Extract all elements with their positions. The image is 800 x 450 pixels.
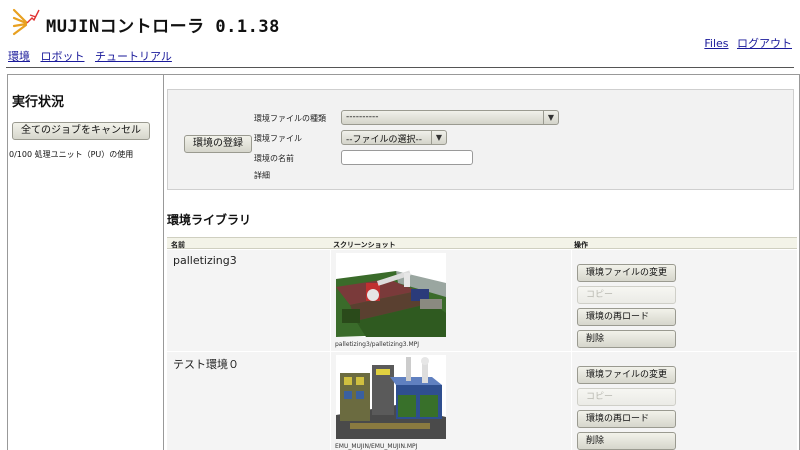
- env-name: テスト環境０: [173, 358, 239, 371]
- nav-robot-link[interactable]: ロボット: [41, 50, 85, 63]
- sidebar: 実行状況 全てのジョブをキャンセル 0/100 処理ユニット（PU）の使用: [7, 74, 164, 450]
- main-content: 環境の登録 環境ファイルの種類 ---------- ▼ 環境ファイル --ファ…: [164, 74, 800, 450]
- mujin-logo-icon: [12, 8, 40, 36]
- file-type-select[interactable]: ---------- ▼: [341, 110, 559, 125]
- env-screenshot[interactable]: [336, 253, 446, 337]
- sidebar-title: 実行状況: [12, 95, 65, 110]
- screenshot-caption: EMU_MUJIN/EMU_MUJIN.MPJ: [335, 443, 418, 450]
- nav-files-link[interactable]: Files: [704, 37, 728, 50]
- change-env-file-button[interactable]: 環境ファイルの変更: [577, 366, 677, 384]
- change-env-file-button[interactable]: 環境ファイルの変更: [577, 264, 677, 282]
- file-type-label: 環境ファイルの種類: [254, 114, 326, 123]
- env-name-input[interactable]: [341, 150, 473, 165]
- main-nav: 環境 ロボット チュートリアル: [8, 48, 179, 64]
- chevron-down-icon: ▼: [543, 111, 558, 124]
- file-type-select-value: ----------: [346, 112, 379, 122]
- column-header-actions: 操作: [574, 241, 588, 249]
- column-divider: [571, 352, 572, 450]
- env-name: palletizing3: [173, 254, 237, 267]
- row-actions: 環境ファイルの変更 コピー 環境の再ロード 削除: [577, 264, 677, 349]
- delete-button[interactable]: 削除: [577, 330, 677, 348]
- screenshot-caption: palletizing3/palletizing3.MPJ: [335, 341, 420, 348]
- row-actions: 環境ファイルの変更 コピー 環境の再ロード 削除: [577, 366, 677, 450]
- file-select[interactable]: --ファイルの選択-- ▼: [341, 130, 447, 145]
- reload-env-button[interactable]: 環境の再ロード: [577, 308, 677, 326]
- library-title: 環境ライブラリ: [167, 213, 252, 227]
- register-environment-button[interactable]: 環境の登録: [184, 135, 252, 153]
- nav-tutorial-link[interactable]: チュートリアル: [95, 50, 172, 63]
- column-divider: [571, 250, 572, 351]
- column-divider: [330, 352, 331, 450]
- copy-button[interactable]: コピー: [577, 388, 677, 406]
- env-name-label: 環境の名前: [254, 154, 294, 163]
- column-divider: [330, 250, 331, 351]
- details-label: 詳細: [254, 171, 270, 180]
- env-screenshot[interactable]: [336, 355, 446, 439]
- column-header-screenshot: スクリーンショット: [333, 241, 396, 249]
- table-row: テスト環境０ EMU_MUJIN/EMU_MUJIN.MPJ 環境ファイルの変更…: [167, 352, 797, 450]
- user-nav: Files ログアウト: [699, 35, 792, 51]
- pu-usage-text: 0/100 処理ユニット（PU）の使用: [9, 150, 134, 159]
- delete-button[interactable]: 削除: [577, 432, 677, 450]
- copy-button[interactable]: コピー: [577, 286, 677, 304]
- file-select-value: --ファイルの選択--: [346, 135, 422, 145]
- file-label: 環境ファイル: [254, 134, 302, 143]
- cancel-all-jobs-button[interactable]: 全てのジョブをキャンセル: [12, 122, 150, 140]
- table-row: palletizing3 palletizing3/palletizing3.M…: [167, 250, 797, 351]
- nav-logout-link[interactable]: ログアウト: [737, 37, 792, 50]
- column-header-name: 名前: [171, 241, 185, 249]
- chevron-down-icon: ▼: [431, 131, 446, 144]
- nav-environment-link[interactable]: 環境: [8, 50, 30, 63]
- table-header: 名前 スクリーンショット 操作: [167, 237, 797, 249]
- reload-env-button[interactable]: 環境の再ロード: [577, 410, 677, 428]
- app-title: MUJINコントローラ 0.1.38: [46, 17, 280, 37]
- register-environment-panel: 環境の登録 環境ファイルの種類 ---------- ▼ 環境ファイル --ファ…: [167, 89, 794, 190]
- header-divider: [6, 67, 794, 68]
